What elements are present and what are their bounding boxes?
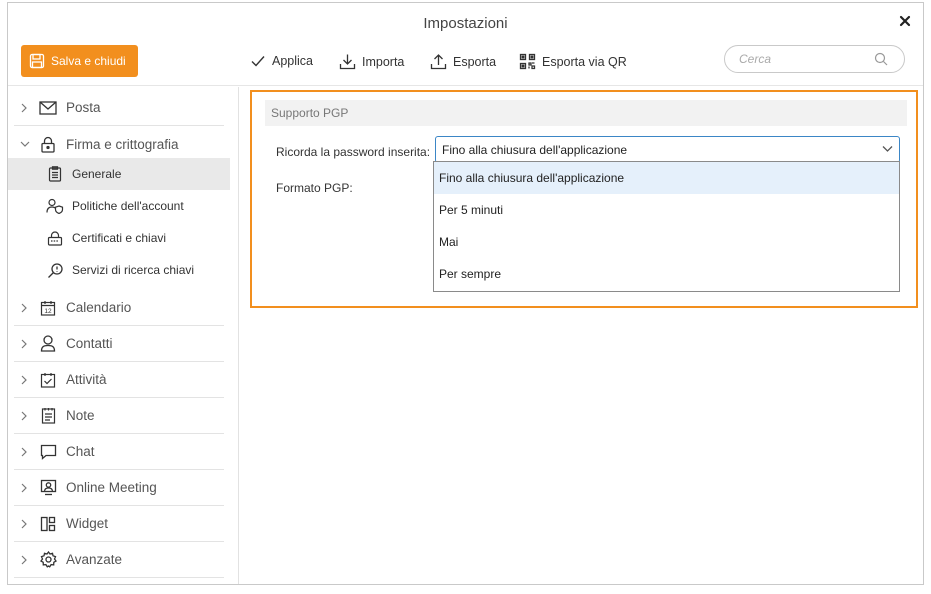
sidebar-item-label: Widget	[66, 516, 109, 531]
dropdown-option[interactable]: Per 5 minuti	[434, 194, 899, 226]
chevron-right-icon	[21, 375, 27, 384]
certificate-lock-icon	[47, 230, 63, 246]
meeting-icon	[40, 479, 56, 496]
sidebar-item-label: Chat	[66, 444, 95, 459]
title-bar: Impostazioni	[8, 3, 923, 41]
sidebar-item-online-meeting[interactable]: Online Meeting	[14, 470, 224, 506]
export-label: Esporta	[453, 54, 497, 69]
chevron-down-icon	[20, 141, 30, 147]
chevron-right-icon	[21, 483, 27, 492]
search-input[interactable]	[739, 51, 869, 67]
import-label: Importa	[362, 54, 405, 69]
remember-password-value: Fino alla chiusura dell'applicazione	[442, 142, 628, 157]
apply-label: Applica	[272, 54, 313, 68]
sidebar-item-label: Avanzate	[66, 552, 123, 567]
task-check-icon	[40, 372, 56, 388]
qr-code-icon	[519, 53, 536, 70]
save-and-close-button[interactable]: Salva e chiudi	[21, 45, 138, 77]
remember-password-select[interactable]: Fino alla chiusura dell'applicazione	[435, 136, 900, 163]
settings-sidebar: Posta Firma e crittografia Generale Poli…	[8, 87, 239, 584]
chevron-right-icon	[21, 411, 27, 420]
section-title: Supporto PGP	[265, 100, 907, 126]
sidebar-item-tasks[interactable]: Attività	[14, 362, 224, 398]
sidebar-subitem-label: Servizi di ricerca chiavi	[72, 263, 195, 277]
sidebar-item-contacts[interactable]: Contatti	[14, 326, 224, 362]
sidebar-item-advanced[interactable]: Avanzate	[14, 542, 224, 578]
chevron-right-icon	[21, 339, 27, 348]
export-icon	[430, 54, 447, 70]
chevron-right-icon	[21, 447, 27, 456]
close-button[interactable]	[897, 13, 913, 29]
sidebar-item-label: Online Meeting	[66, 480, 157, 495]
chevron-right-icon	[21, 555, 27, 564]
close-icon	[899, 15, 911, 27]
sidebar-item-mail[interactable]: Posta	[14, 90, 224, 126]
gear-icon	[39, 551, 57, 568]
search-icon	[874, 52, 888, 66]
lock-icon	[41, 136, 55, 153]
sidebar-subitem-certificates[interactable]: Certificati e chiavi	[8, 222, 230, 254]
key-search-icon	[47, 262, 63, 278]
apply-button[interactable]: Applica	[250, 53, 313, 69]
note-icon	[41, 408, 55, 424]
check-icon	[251, 56, 265, 67]
user-icon	[40, 335, 56, 352]
sidebar-subitem-key-search[interactable]: Servizi di ricerca chiavi	[8, 254, 230, 286]
sidebar-subitem-account-policies[interactable]: Politiche dell'account	[8, 190, 230, 222]
chevron-right-icon	[21, 303, 27, 312]
sidebar-subitem-label: Certificati e chiavi	[72, 231, 167, 245]
widget-icon	[40, 516, 56, 531]
sidebar-item-label: Contatti	[66, 336, 113, 351]
import-icon	[339, 54, 356, 70]
sidebar-item-chat[interactable]: Chat	[14, 434, 224, 470]
export-qr-button[interactable]: Esporta via QR	[519, 53, 627, 70]
chevron-right-icon	[21, 519, 27, 528]
sidebar-item-label: Calendario	[66, 300, 132, 315]
chevron-right-icon	[21, 103, 27, 112]
calendar-icon-day: 12	[44, 308, 52, 315]
import-button[interactable]: Importa	[339, 53, 404, 70]
dropdown-option[interactable]: Per sempre	[434, 258, 899, 290]
remember-password-label: Ricorda la password inserita:	[276, 145, 431, 159]
search-box	[724, 45, 905, 73]
chat-bubble-icon	[40, 444, 56, 460]
sidebar-item-widget[interactable]: Widget	[14, 506, 224, 542]
save-icon	[29, 53, 45, 69]
sidebar-item-calendar[interactable]: 12 Calendario	[14, 290, 224, 326]
sidebar-item-label: Attività	[66, 372, 107, 387]
sidebar-item-label: Firma e crittografia	[66, 136, 179, 152]
sidebar-item-notes[interactable]: Note	[14, 398, 224, 434]
sidebar-subitem-general[interactable]: Generale	[8, 158, 230, 190]
pgp-format-label: Formato PGP:	[276, 181, 353, 195]
settings-window: Impostazioni Salva e chiudi Applica Impo…	[7, 2, 924, 585]
window-title: Impostazioni	[423, 15, 508, 32]
sidebar-subitem-label: Generale	[72, 167, 122, 181]
dropdown-option[interactable]: Fino alla chiusura dell'applicazione	[434, 162, 899, 194]
dropdown-option[interactable]: Mai	[434, 226, 899, 258]
sidebar-item-label: Posta	[66, 100, 101, 115]
save-and-close-label: Salva e chiudi	[51, 54, 126, 68]
remember-password-dropdown: Fino alla chiusura dell'applicazione Per…	[433, 161, 900, 292]
toolbar: Salva e chiudi Applica Importa Esporta E…	[8, 41, 923, 86]
sidebar-subitem-label: Politiche dell'account	[72, 199, 184, 213]
export-qr-label: Esporta via QR	[542, 54, 627, 69]
sidebar-item-label: Note	[66, 408, 95, 423]
mail-icon	[39, 100, 57, 115]
sidebar-item-signature-encryption[interactable]: Firma e crittografia	[14, 126, 224, 162]
chevron-down-icon	[882, 146, 893, 152]
calendar-icon: 12	[40, 300, 56, 316]
user-shield-icon	[46, 198, 64, 214]
export-button[interactable]: Esporta	[430, 53, 496, 70]
clipboard-icon	[48, 166, 62, 182]
